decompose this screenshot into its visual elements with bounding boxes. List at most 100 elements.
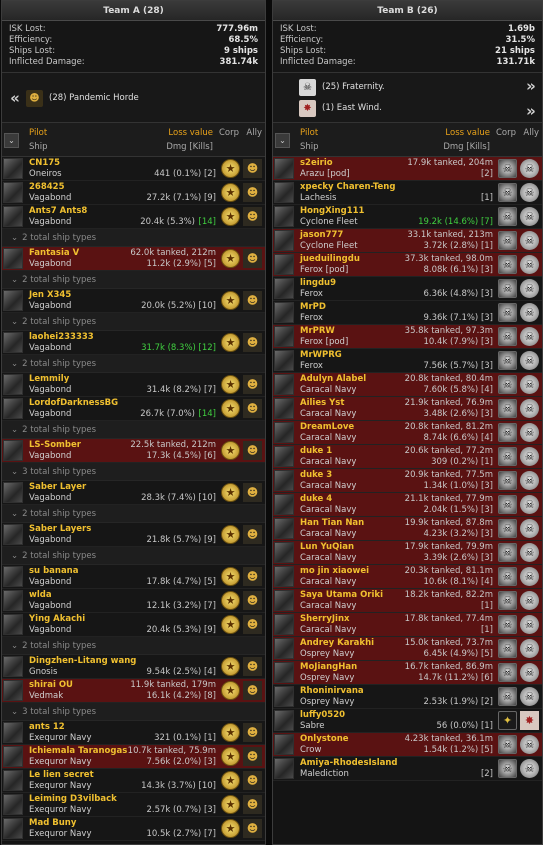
pilot-name[interactable]: Mad Buny [29, 818, 76, 828]
corp-logo-icon[interactable]: ★ [221, 483, 240, 502]
table-row[interactable]: shirai OU Vedmak 11.9k tanked, 179m 16.1k (… [2, 679, 265, 703]
header-dmg-kills[interactable]: Dmg [Kills] [166, 142, 213, 152]
alliance-logo-icon[interactable]: ☠ [520, 255, 539, 274]
table-row[interactable]: lingdu9 Ferox 6.36k (4.8%) [3] ☠ ☠ [273, 277, 542, 301]
table-row[interactable]: Lun YuQian Caracal Navy 17.9k tanked, 79.9… [273, 541, 542, 565]
pilot-name[interactable]: Andrey Karakhi [300, 638, 374, 648]
ship-thumbnail[interactable] [274, 446, 294, 467]
ship-types-toggle[interactable]: ⌄ 2 total ship types [2, 421, 265, 439]
ship-thumbnail[interactable] [274, 614, 294, 635]
ship-name[interactable]: Vagabond [29, 193, 71, 203]
ship-name[interactable]: Caracal Navy [300, 409, 356, 419]
table-row[interactable]: Dingzhen-Litang wang Gnosis 9.54k (2.5%) [… [2, 655, 265, 679]
alliance-logo-icon[interactable]: ☻ [243, 291, 262, 310]
ship-name[interactable]: Ferox [pod] [300, 337, 348, 347]
pilot-name[interactable]: xpecky Charen-Teng [300, 182, 395, 192]
alliance-logo-icon[interactable]: ☻ [243, 375, 262, 394]
ship-thumbnail[interactable] [3, 398, 23, 419]
alliance-logo-icon[interactable]: ☠ [520, 615, 539, 634]
table-row[interactable]: jueduilingdu Ferox [pod] 37.3k tanked, 98.… [273, 253, 542, 277]
corp-logo-icon[interactable]: ★ [221, 441, 240, 460]
ship-name[interactable]: Oneiros [29, 169, 62, 179]
table-row[interactable]: Saya Utama Oriki Caracal Navy 18.2k tanked… [273, 589, 542, 613]
ship-thumbnail[interactable] [274, 302, 294, 323]
ship-thumbnail[interactable] [274, 566, 294, 587]
header-corp[interactable]: Corp [219, 128, 239, 138]
ship-name[interactable]: Ferox [pod] [300, 265, 348, 275]
pilot-name[interactable]: ants 12 [29, 722, 65, 732]
corp-logo-icon[interactable]: ☠ [498, 327, 517, 346]
alliance-logo-icon[interactable]: ☠ [520, 447, 539, 466]
ship-name[interactable]: Vagabond [29, 493, 71, 503]
ship-name[interactable]: Vagabond [29, 601, 71, 611]
alliance-logo-icon[interactable]: ☠ [520, 471, 539, 490]
pilot-name[interactable]: LordofDarknessBG [29, 398, 118, 408]
alliance-logo-icon[interactable]: ☻ [243, 747, 262, 766]
table-row[interactable]: MoJiangHan Osprey Navy 16.7k tanked, 86.9m… [273, 661, 542, 685]
corp-logo-icon[interactable]: ☠ [498, 687, 517, 706]
header-pilot[interactable]: Pilot [29, 128, 47, 138]
ship-name[interactable]: Osprey Navy [300, 673, 354, 683]
pilot-name[interactable]: Fantasia V [29, 248, 79, 258]
pilot-name[interactable]: Leiming D3vilback [29, 794, 117, 804]
ship-thumbnail[interactable] [3, 656, 23, 677]
table-row[interactable]: duke 4 Caracal Navy 21.1k tanked, 77.9m 2.0… [273, 493, 542, 517]
alliance-logo-icon[interactable]: ☻ [243, 249, 262, 268]
corp-logo-icon[interactable]: ☠ [498, 639, 517, 658]
corp-logo-icon[interactable]: ★ [221, 183, 240, 202]
alliance-logo-icon[interactable]: ☠ [520, 759, 539, 778]
corp-logo-icon[interactable]: ★ [221, 333, 240, 352]
ship-thumbnail[interactable] [3, 794, 23, 815]
table-row[interactable]: MrWPRG Ferox 7.56k (5.7%) [3] ☠ ☠ [273, 349, 542, 373]
ship-name[interactable]: Exequror Navy [29, 829, 91, 839]
ship-name[interactable]: Vagabond [29, 343, 71, 353]
ship-thumbnail[interactable] [274, 398, 294, 419]
alliance-logo-icon[interactable]: ☻ [243, 795, 262, 814]
table-row[interactable]: mo jin xiaowei Caracal Navy 20.3k tanked, … [273, 565, 542, 589]
table-row[interactable]: MrPD Ferox 9.36k (7.1%) [3] ☠ ☠ [273, 301, 542, 325]
alliance-logo-icon[interactable]: ☠ [520, 735, 539, 754]
ship-thumbnail[interactable] [3, 524, 23, 545]
ship-types-toggle[interactable]: ⌄ 2 total ship types [2, 547, 265, 565]
pilot-name[interactable]: Jen X345 [29, 290, 71, 300]
pilot-name[interactable]: wlda [29, 590, 52, 600]
table-row[interactable]: LordofDarknessBG Vagabond [14] 26.7k (7.0%)… [2, 397, 265, 421]
alliance-logo-icon[interactable]: ☻ [243, 159, 262, 178]
ship-thumbnail[interactable] [3, 680, 23, 701]
ship-name[interactable]: Osprey Navy [300, 697, 354, 707]
table-row[interactable]: duke 1 Caracal Navy 20.6k tanked, 77.2m 309… [273, 445, 542, 469]
corp-logo-icon[interactable]: ☠ [498, 567, 517, 586]
table-row[interactable]: CN175 Oneiros 441 (0.1%) [2] ★ ☻ [2, 157, 265, 181]
table-row[interactable]: su banana Vagabond 17.8k (4.7%) [5] ★ ☻ [2, 565, 265, 589]
corp-logo-icon[interactable]: ☠ [498, 735, 517, 754]
ship-thumbnail[interactable] [3, 206, 23, 227]
table-row[interactable]: DreamLove Caracal Navy 20.8k tanked, 81.2m… [273, 421, 542, 445]
pilot-name[interactable]: Saya Utama Oriki [300, 590, 383, 600]
corp-logo-icon[interactable]: ★ [221, 525, 240, 544]
pilot-name[interactable]: Ichiemala Taranogas [29, 746, 127, 756]
pilot-name[interactable]: lingdu9 [300, 278, 336, 288]
ship-name[interactable]: Vagabond [29, 217, 71, 227]
pilot-name[interactable]: 268425 [29, 182, 65, 192]
ship-thumbnail[interactable] [274, 470, 294, 491]
corp-logo-icon[interactable]: ★ [221, 207, 240, 226]
alliance-entry[interactable]: ☻ (28) Pandemic Horde [26, 88, 139, 108]
ship-name[interactable]: Arazu [pod] [300, 169, 350, 179]
pilot-name[interactable]: Adulyn Alabel [300, 374, 366, 384]
move-left-icon[interactable]: « [6, 73, 20, 122]
ship-name[interactable]: Caracal Navy [300, 529, 356, 539]
corp-logo-icon[interactable]: ★ [221, 615, 240, 634]
pilot-name[interactable]: DreamLove [300, 422, 354, 432]
corp-logo-icon[interactable]: ☠ [498, 471, 517, 490]
alliance-logo-icon[interactable]: ☻ [243, 681, 262, 700]
ship-thumbnail[interactable] [3, 566, 23, 587]
chevron-down-icon[interactable]: ⌄ [275, 133, 290, 148]
table-row[interactable]: MrPRW Ferox [pod] 35.8k tanked, 97.3m 10.4k… [273, 325, 542, 349]
corp-logo-icon[interactable]: ☠ [498, 615, 517, 634]
ship-thumbnail[interactable] [274, 326, 294, 347]
ship-name[interactable]: Lachesis [300, 193, 336, 203]
ship-name[interactable]: Vagabond [29, 409, 71, 419]
ship-name[interactable]: Osprey Navy [300, 649, 354, 659]
alliance-entry[interactable]: ✸ (1) East Wind. [299, 98, 382, 118]
ship-thumbnail[interactable] [3, 182, 23, 203]
